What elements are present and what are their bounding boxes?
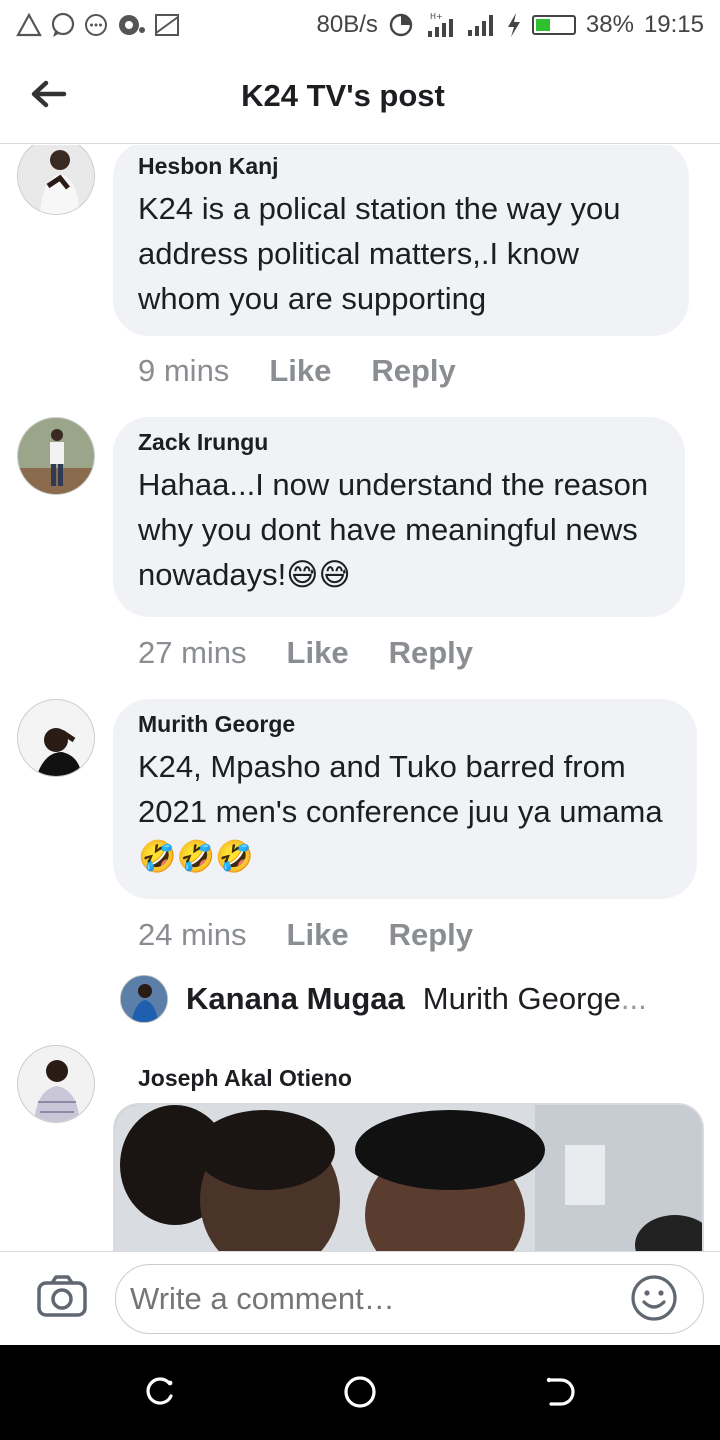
messages-icon xyxy=(85,14,107,36)
page-title: K24 TV's post xyxy=(241,78,445,113)
comment-actions: 24 mins Like Reply xyxy=(138,917,473,953)
data-saver-icon xyxy=(389,13,413,37)
signal-bars-icon xyxy=(467,15,493,36)
home-circle-icon[interactable] xyxy=(343,1375,377,1409)
avatar[interactable] xyxy=(17,417,95,495)
comment-author[interactable]: Zack Irungu xyxy=(138,429,659,456)
comment-time: 9 mins xyxy=(138,353,230,388)
reply-button[interactable]: Reply xyxy=(389,635,473,671)
post-header: K24 TV's post xyxy=(0,50,720,144)
home-button[interactable] xyxy=(343,1375,377,1409)
comment-actions: 27 mins Like Reply xyxy=(138,635,473,671)
smiley-icon[interactable] xyxy=(630,1274,678,1322)
status-bar: 80B/s H+ 38% 19:15 xyxy=(0,0,720,50)
back-nav-icon[interactable] xyxy=(543,1375,577,1409)
avatar[interactable] xyxy=(17,1045,95,1123)
reply-text-content: Murith George xyxy=(422,981,621,1016)
battery-icon xyxy=(531,15,576,35)
avatar-photo xyxy=(121,976,167,1022)
reply-button[interactable]: Reply xyxy=(371,353,455,389)
image-icon xyxy=(155,14,179,36)
messenger-icon xyxy=(119,15,145,35)
comment-time: 27 mins xyxy=(138,635,247,670)
avatar-photo xyxy=(18,418,94,494)
reply-preview[interactable]: Kanana Mugaa Murith George... xyxy=(120,975,647,1023)
comment-text: K24, Mpasho and Tuko barred from 2021 me… xyxy=(138,749,663,874)
system-nav-bar xyxy=(0,1345,720,1440)
reply-ellipsis: ... xyxy=(620,981,647,1016)
comment-text: K24 is a polical station the way you add… xyxy=(138,191,621,316)
photo-image xyxy=(115,1105,702,1251)
comment-photo[interactable] xyxy=(113,1103,704,1251)
like-button[interactable]: Like xyxy=(287,917,349,953)
avatar[interactable] xyxy=(17,145,95,215)
comment-author[interactable]: Hesbon Kanj xyxy=(138,153,663,180)
reply-avatar[interactable] xyxy=(120,975,168,1023)
comment-actions: 9 mins Like Reply xyxy=(138,353,456,389)
svg-text:H+: H+ xyxy=(430,12,443,21)
back-nav-button[interactable] xyxy=(543,1375,577,1409)
camera-button[interactable] xyxy=(36,1274,88,1318)
comment-text: Hahaa...I now understand the reason why … xyxy=(138,467,649,592)
chat-bubble-icon xyxy=(51,12,75,37)
clock: 19:15 xyxy=(643,11,704,38)
reply-button[interactable]: Reply xyxy=(389,917,473,953)
comment-bubble[interactable]: Zack Irungu Hahaa...I now understand the… xyxy=(113,417,685,617)
like-button[interactable]: Like xyxy=(269,353,331,389)
comment-bubble[interactable]: Murith George K24, Mpasho and Tuko barre… xyxy=(113,699,697,899)
reply-text: Murith George... xyxy=(423,981,647,1017)
camera-icon[interactable] xyxy=(36,1274,88,1318)
like-button[interactable]: Like xyxy=(287,635,349,671)
comment-composer xyxy=(0,1251,720,1345)
avatar-photo xyxy=(18,700,94,776)
warning-icon xyxy=(16,13,42,37)
comment-author[interactable]: Joseph Akal Otieno xyxy=(138,1065,352,1092)
charging-bolt-icon xyxy=(507,13,520,37)
emoji-button[interactable] xyxy=(630,1274,678,1322)
notification-icons xyxy=(16,12,180,38)
comment-input[interactable] xyxy=(115,1264,704,1334)
avatar-photo xyxy=(18,1046,94,1122)
recents-button[interactable] xyxy=(143,1375,177,1409)
comment-author[interactable]: Murith George xyxy=(138,711,671,738)
battery-level xyxy=(535,19,550,31)
avatar[interactable] xyxy=(17,699,95,777)
avatar-photo xyxy=(18,145,94,214)
comment-time: 24 mins xyxy=(138,917,247,952)
system-indicators: 80B/s H+ 38% 19:15 xyxy=(317,11,704,39)
reply-author[interactable]: Kanana Mugaa xyxy=(186,981,405,1017)
network-speed: 80B/s xyxy=(316,11,378,38)
signal-h-plus-icon: H+ xyxy=(427,12,453,37)
comment-bubble[interactable]: Hesbon Kanj K24 is a polical station the… xyxy=(113,145,689,336)
recents-icon[interactable] xyxy=(143,1375,177,1409)
battery-percent: 38% xyxy=(585,11,634,38)
comments-feed[interactable]: Hesbon Kanj K24 is a polical station the… xyxy=(0,145,720,1251)
